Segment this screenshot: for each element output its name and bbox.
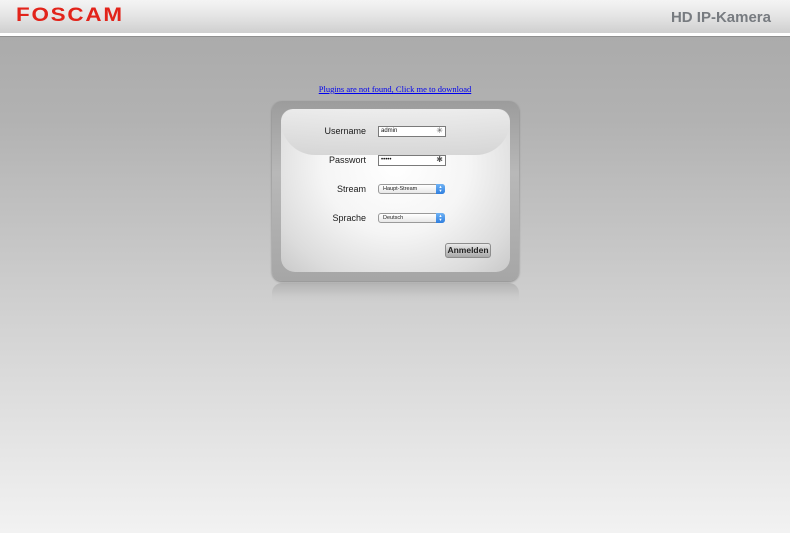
- select-arrows-icon: ▲ ▼: [436, 184, 445, 194]
- language-select[interactable]: Deutsch ▲ ▼: [378, 213, 445, 223]
- foscam-logo: FOSCAM: [16, 5, 124, 26]
- asterisk-icon: ✳: [436, 126, 443, 135]
- plugin-download-link[interactable]: Plugins are not found, Click me to downl…: [0, 84, 790, 94]
- stream-select-value: Haupt-Stream: [383, 186, 418, 192]
- username-input[interactable]: admin ✳: [378, 126, 446, 137]
- login-button[interactable]: Anmelden: [445, 243, 491, 258]
- login-panel-reflection: [272, 283, 519, 303]
- password-label: Passwort: [328, 155, 366, 165]
- username-label: Username: [324, 126, 366, 136]
- stream-select[interactable]: Haupt-Stream ▲ ▼: [378, 184, 445, 194]
- asterisk-icon: ✱: [436, 155, 443, 164]
- language-select-value: Deutsch: [383, 215, 404, 221]
- stream-label: Stream: [336, 184, 366, 194]
- password-value: •••••: [381, 157, 392, 163]
- username-value: admin: [381, 128, 398, 134]
- select-arrows-icon: ▲ ▼: [436, 213, 445, 223]
- password-input[interactable]: ••••• ✱: [378, 155, 446, 166]
- product-title: HD IP-Kamera: [670, 9, 771, 26]
- top-header-bar: FOSCAM HD IP-Kamera: [0, 0, 790, 36]
- language-label: Sprache: [332, 213, 366, 223]
